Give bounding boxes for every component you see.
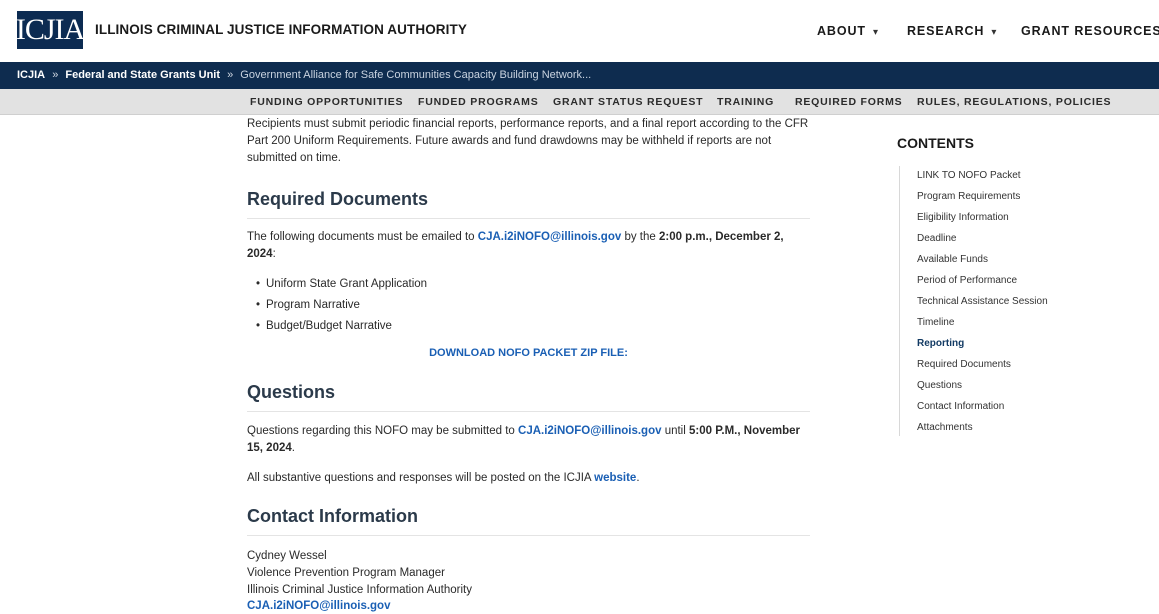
subnav-rules-regulations[interactable]: RULES, REGULATIONS, POLICIES [917, 96, 1111, 108]
website-link[interactable]: website [594, 472, 636, 484]
section-nav: FUNDING OPPORTUNITIES FUNDED PROGRAMS GR… [0, 89, 1159, 115]
questions-text: Questions regarding this NOFO may be sub… [247, 425, 519, 437]
nav-about[interactable]: ABOUT ▾ [817, 24, 879, 38]
toc-item-program-requirements[interactable]: Program Requirements [917, 191, 1020, 202]
subnav-required-forms[interactable]: REQUIRED FORMS [795, 96, 902, 108]
list-item: Budget/Budget Narrative [256, 316, 427, 337]
toc-item-eligibility-information[interactable]: Eligibility Information [917, 212, 1009, 223]
intro-text: The following documents must be emailed … [247, 231, 478, 243]
subnav-funded-programs[interactable]: FUNDED PROGRAMS [418, 96, 539, 108]
nav-research-label: RESEARCH [907, 24, 985, 38]
toc-item-contact-information[interactable]: Contact Information [917, 401, 1004, 412]
required-documents-intro: The following documents must be emailed … [247, 229, 812, 263]
toc-item-reporting[interactable]: Reporting [917, 338, 964, 349]
responses-text: All substantive questions and responses … [247, 472, 595, 484]
breadcrumb-current: Government Alliance for Safe Communities… [240, 69, 592, 81]
toc-item-timeline[interactable]: Timeline [917, 317, 954, 328]
subnav-training[interactable]: TRAINING [717, 96, 774, 108]
breadcrumb-section[interactable]: Federal and State Grants Unit [65, 69, 220, 81]
toc-item-attachments[interactable]: Attachments [917, 422, 973, 433]
reporting-paragraph: Recipients must submit periodic financia… [247, 118, 809, 164]
toc-item-technical-assistance-session[interactable]: Technical Assistance Session [917, 296, 1048, 307]
intro-text: by the [621, 231, 659, 243]
questions-paragraph: Questions regarding this NOFO may be sub… [247, 423, 812, 457]
list-item: Uniform State Grant Application [256, 274, 427, 295]
toc-item-required-documents[interactable]: Required Documents [917, 359, 1011, 370]
contact-name: Cydney Wessel [247, 550, 327, 562]
questions-text: until [661, 425, 689, 437]
toc-item-deadline[interactable]: Deadline [917, 233, 956, 244]
questions-heading: Questions [247, 382, 810, 412]
questions-text: . [291, 442, 295, 454]
subnav-funding-opportunities[interactable]: FUNDING OPPORTUNITIES [250, 96, 403, 108]
chevron-down-icon: ▾ [872, 27, 879, 38]
contact-title: Violence Prevention Program Manager [247, 567, 445, 579]
email-link[interactable]: CJA.i2iNOFO@illinois.gov [518, 425, 661, 437]
breadcrumb-root[interactable]: ICJIA [17, 69, 45, 81]
toc-item-link-to-nofo-packet[interactable]: LINK TO NOFO Packet [917, 170, 1021, 181]
site-header: ICJIA ILLINOIS CRIMINAL JUSTICE INFORMAT… [0, 0, 1159, 62]
toc-title: CONTENTS [897, 135, 974, 151]
table-of-contents: LINK TO NOFO Packet Program Requirements… [899, 166, 1079, 436]
contact-org: Illinois Criminal Justice Information Au… [247, 584, 472, 596]
breadcrumb-separator: » [227, 69, 234, 81]
nav-research[interactable]: RESEARCH ▾ [907, 24, 997, 38]
breadcrumb-separator: » [52, 69, 59, 81]
responses-text: . [636, 472, 640, 484]
responses-paragraph: All substantive questions and responses … [247, 470, 812, 487]
toc-item-available-funds[interactable]: Available Funds [917, 254, 988, 265]
download-packet-link[interactable]: DOWNLOAD NOFO PACKET ZIP FILE: [247, 347, 810, 359]
toc-item-period-of-performance[interactable]: Period of Performance [917, 275, 1017, 286]
breadcrumb: ICJIA » Federal and State Grants Unit » … [0, 62, 1159, 89]
document-list: Uniform State Grant Application Program … [256, 274, 427, 337]
nav-grant-resources[interactable]: GRANT RESOURCES▾ [1021, 24, 1159, 38]
toc-item-questions[interactable]: Questions [917, 380, 962, 391]
chevron-down-icon: ▾ [991, 27, 998, 38]
contact-email-link[interactable]: CJA.i2iNOFO@illinois.gov [247, 598, 390, 614]
nav-about-label: ABOUT [817, 24, 866, 38]
intro-text: : [272, 248, 276, 260]
required-documents-heading: Required Documents [247, 189, 810, 219]
email-link[interactable]: CJA.i2iNOFO@illinois.gov [478, 231, 621, 243]
nav-grant-resources-label: GRANT RESOURCES [1021, 24, 1159, 38]
subnav-grant-status-request[interactable]: GRANT STATUS REQUEST [553, 96, 703, 108]
list-item: Program Narrative [256, 295, 427, 316]
contact-information-heading: Contact Information [247, 506, 810, 536]
main-nav: ABOUT ▾ RESEARCH ▾ GRANT RESOURCES▾ [0, 24, 1159, 40]
